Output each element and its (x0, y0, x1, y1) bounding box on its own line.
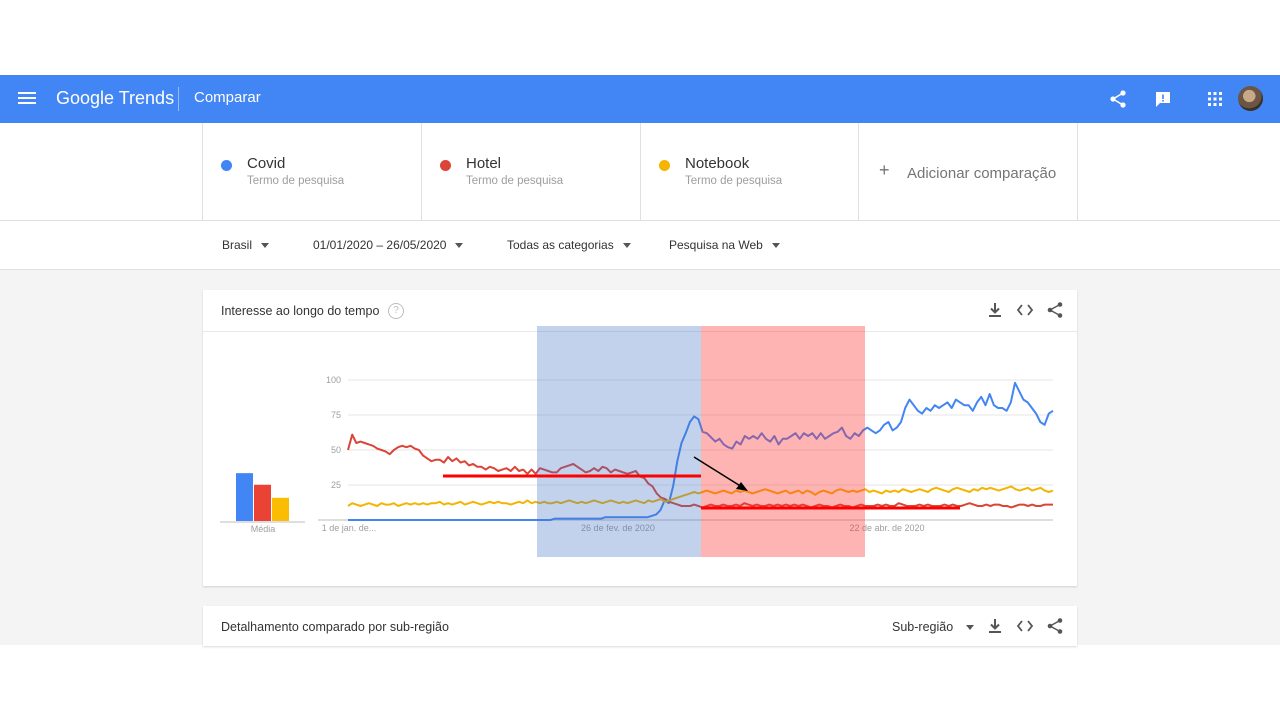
average-label: Média (251, 524, 276, 534)
chevron-down-icon (966, 625, 975, 631)
y-tick-label: 75 (331, 410, 341, 420)
y-axis-ticks: 100 75 50 25 (326, 375, 341, 490)
average-bars: Média (220, 473, 305, 534)
average-bar-hotel (254, 484, 271, 521)
y-tick-label: 100 (326, 375, 341, 385)
x-tick-label: 1 de jan. de... (322, 523, 377, 533)
card-title: Detalhamento comparado por sub-região (221, 620, 449, 634)
subregion-card: Detalhamento comparado por sub-região Su… (203, 606, 1077, 646)
highlight-blue-region (537, 326, 701, 557)
subregion-value: Sub-região (892, 620, 954, 634)
download-icon[interactable] (986, 617, 1004, 635)
highlight-overlays (537, 326, 865, 557)
average-bar-covid (236, 473, 253, 521)
y-tick-label: 50 (331, 445, 341, 455)
share-icon[interactable] (1046, 617, 1064, 635)
subregion-dropdown[interactable]: Sub-região (892, 620, 975, 634)
highlight-red-region (701, 326, 865, 557)
embed-icon[interactable] (1016, 617, 1034, 635)
average-bar-notebook (272, 497, 289, 521)
y-tick-label: 25 (331, 480, 341, 490)
